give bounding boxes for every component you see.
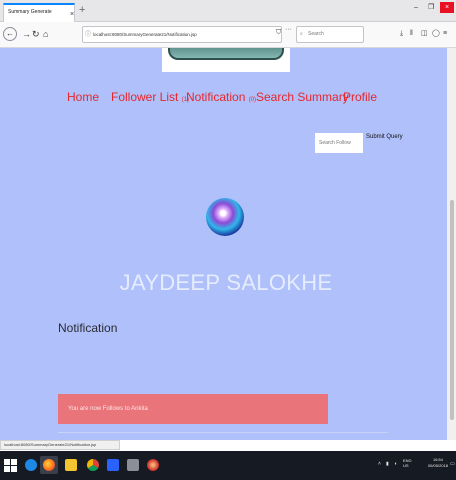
app-icon-red[interactable] bbox=[144, 456, 162, 474]
page-info-icon[interactable]: ⓘ bbox=[85, 31, 91, 39]
clock-time: 16:54 bbox=[433, 457, 444, 462]
document-icon bbox=[127, 459, 139, 471]
forward-icon[interactable]: → bbox=[22, 27, 31, 41]
notification-item: You are now Follows to Ankita bbox=[58, 394, 328, 424]
edge-app-icon[interactable] bbox=[22, 456, 40, 474]
browser-toolbar: ← → ↻ ⌂ ⓘ localhost:8080/SummaryGenerate… bbox=[0, 22, 456, 48]
search-icon: ⌕ bbox=[300, 31, 303, 37]
notification-heading: Notification bbox=[58, 321, 118, 335]
taskbar: ˄ ▮ ◖ ENG US 16:54 06/05/2018 ▭ bbox=[0, 451, 456, 480]
tab-close-icon[interactable]: × bbox=[70, 11, 74, 19]
chrome-icon bbox=[87, 459, 99, 471]
url-bar[interactable]: ⓘ localhost:8080/SummaryGenerate21/Notif… bbox=[82, 26, 345, 43]
divider bbox=[58, 432, 388, 433]
browser-tab-bar: Summary Generate × + – ❐ × bbox=[0, 0, 456, 22]
search-follow-input[interactable] bbox=[315, 133, 363, 153]
avatar bbox=[206, 198, 244, 236]
edge-icon bbox=[25, 459, 37, 471]
nav-search-summary[interactable]: Search Summary bbox=[256, 88, 349, 106]
app-icon-blue[interactable] bbox=[104, 456, 122, 474]
clock-date: 06/05/2018 bbox=[428, 463, 449, 468]
tray-arrow-icon[interactable]: ˄ bbox=[378, 460, 381, 468]
status-bar: localhost:8080/SummaryGenerate21/Notific… bbox=[0, 440, 120, 450]
window-minimize-button[interactable]: – bbox=[414, 3, 418, 13]
file-explorer-app-icon[interactable] bbox=[62, 456, 80, 474]
page-content: Home Follower List (1) Notification (0) … bbox=[0, 48, 447, 440]
firefox-icon bbox=[43, 459, 55, 471]
notification-count-badge: (0) bbox=[248, 97, 257, 103]
game-icon bbox=[147, 459, 159, 471]
volume-icon[interactable]: ◖ bbox=[394, 460, 397, 468]
browser-tab[interactable]: Summary Generate × bbox=[3, 3, 75, 22]
nav-profile[interactable]: Profile bbox=[343, 88, 377, 106]
nav-home[interactable]: Home bbox=[67, 88, 99, 106]
windows-start-icon[interactable] bbox=[4, 459, 17, 472]
clock[interactable]: 16:54 06/05/2018 bbox=[428, 457, 448, 469]
nav-search-summary-label: Search Summary bbox=[256, 90, 349, 104]
main-nav: Home Follower List (1) Notification (0) … bbox=[0, 88, 447, 108]
monitor-icon bbox=[107, 459, 119, 471]
scrollbar-thumb[interactable] bbox=[450, 200, 454, 420]
window-close-button[interactable]: × bbox=[440, 2, 454, 13]
browser-search-bar[interactable]: ⌕ Search bbox=[296, 26, 364, 43]
notifications-icon[interactable]: ▭ bbox=[450, 460, 455, 468]
new-tab-button[interactable]: + bbox=[79, 4, 85, 16]
nav-home-label: Home bbox=[67, 90, 100, 104]
profile-name: JAYDEEP SALOKHE bbox=[119, 270, 333, 295]
notification-text: You are now Follows to Ankita bbox=[68, 406, 148, 412]
network-icon[interactable]: ▮ bbox=[386, 460, 389, 468]
menu-icon[interactable]: ≡ bbox=[443, 28, 447, 40]
nav-follower-list-label: Follower List bbox=[111, 90, 179, 104]
reload-icon[interactable]: ↻ bbox=[32, 27, 40, 41]
folder-icon bbox=[65, 459, 77, 471]
language-indicator[interactable]: ENG US bbox=[403, 458, 412, 468]
browser-search-placeholder: Search bbox=[308, 31, 324, 37]
nav-profile-label: Profile bbox=[343, 90, 378, 104]
header-banner bbox=[162, 48, 290, 72]
region-code: US bbox=[403, 463, 409, 468]
library-icon[interactable]: ‖ bbox=[410, 28, 413, 40]
downloads-icon[interactable]: ⤓ bbox=[400, 28, 403, 40]
firefox-app-icon[interactable] bbox=[40, 456, 58, 474]
chrome-app-icon[interactable] bbox=[84, 456, 102, 474]
account-icon[interactable]: ◯ bbox=[432, 28, 440, 40]
nav-notification[interactable]: Notification (0) bbox=[186, 88, 256, 109]
pocket-icon[interactable]: ⛉ bbox=[276, 27, 281, 39]
banner-logo bbox=[168, 48, 284, 60]
home-icon[interactable]: ⌂ bbox=[43, 27, 48, 41]
nav-notification-label: Notification bbox=[186, 90, 246, 104]
tab-title: Summary Generate bbox=[8, 9, 52, 15]
page-actions-icon[interactable]: ··· bbox=[285, 25, 292, 34]
back-icon[interactable]: ← bbox=[3, 27, 17, 41]
window-restore-button[interactable]: ❐ bbox=[428, 3, 434, 13]
url-text[interactable]: localhost:8080/SummaryGenerate21/Notific… bbox=[93, 27, 197, 42]
sidebar-icon[interactable]: ◫ bbox=[421, 28, 428, 40]
submit-query-button[interactable]: Submit Query bbox=[366, 133, 403, 142]
nav-follower-list[interactable]: Follower List (1) bbox=[111, 88, 189, 109]
app-icon-gray[interactable] bbox=[124, 456, 142, 474]
